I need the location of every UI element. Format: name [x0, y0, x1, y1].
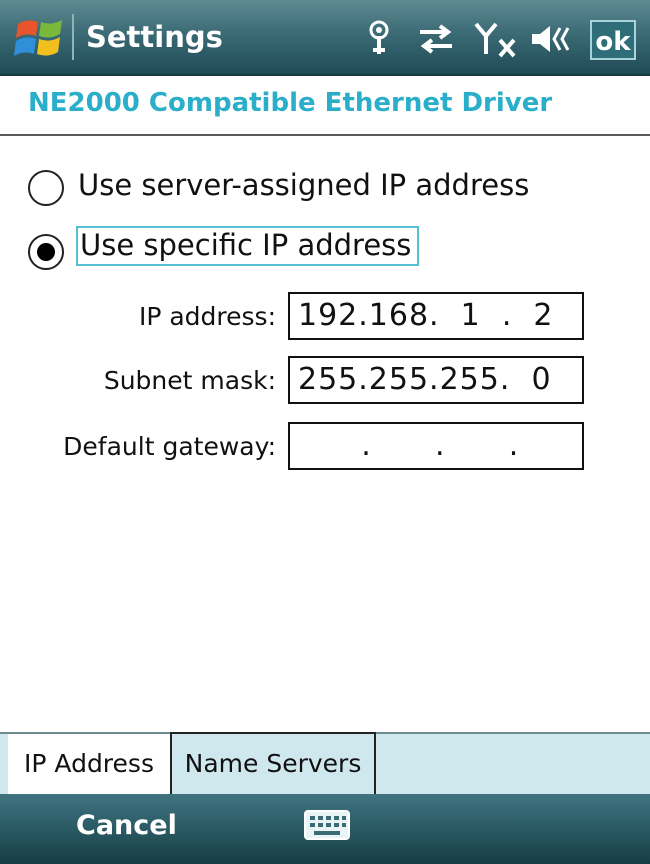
page-header: NE2000 Compatible Ethernet Driver: [0, 76, 650, 136]
radio-label: Use server-assigned IP address: [78, 168, 530, 202]
cancel-button[interactable]: Cancel: [76, 810, 177, 841]
subnet-mask-input[interactable]: 255.255.255. 0: [288, 356, 584, 404]
ok-button[interactable]: ok: [590, 20, 636, 60]
default-gateway-label: Default gateway:: [63, 432, 276, 461]
title-separator: [72, 14, 74, 60]
ip-address-input[interactable]: 192.168. 1 . 2: [288, 292, 584, 340]
connectivity-arrows-icon[interactable]: [416, 20, 456, 58]
page-title: NE2000 Compatible Ethernet Driver: [28, 88, 553, 118]
radio-selected-dot: [37, 243, 55, 261]
radio-label: Use specific IP address: [76, 226, 420, 266]
title-bar: Settings ok: [0, 0, 650, 76]
no-signal-icon[interactable]: [474, 20, 518, 58]
tab-ip-address[interactable]: IP Address: [8, 734, 170, 796]
tab-name-servers[interactable]: Name Servers: [170, 732, 376, 796]
radio-button-selected[interactable]: [28, 234, 64, 270]
softkey-bar: Cancel: [0, 794, 650, 864]
tab-strip: IP Address Name Servers: [0, 732, 650, 796]
ip-address-label: IP address:: [138, 302, 276, 331]
default-gateway-input[interactable]: . . .: [288, 422, 584, 470]
volume-icon[interactable]: [530, 20, 574, 58]
subnet-mask-label: Subnet mask:: [103, 366, 276, 395]
keyboard-icon[interactable]: [304, 810, 350, 840]
window-title: Settings: [86, 20, 223, 54]
signal-antenna-icon[interactable]: [366, 20, 392, 58]
radio-button-unselected[interactable]: [28, 170, 64, 206]
start-flag-icon[interactable]: [14, 14, 66, 62]
